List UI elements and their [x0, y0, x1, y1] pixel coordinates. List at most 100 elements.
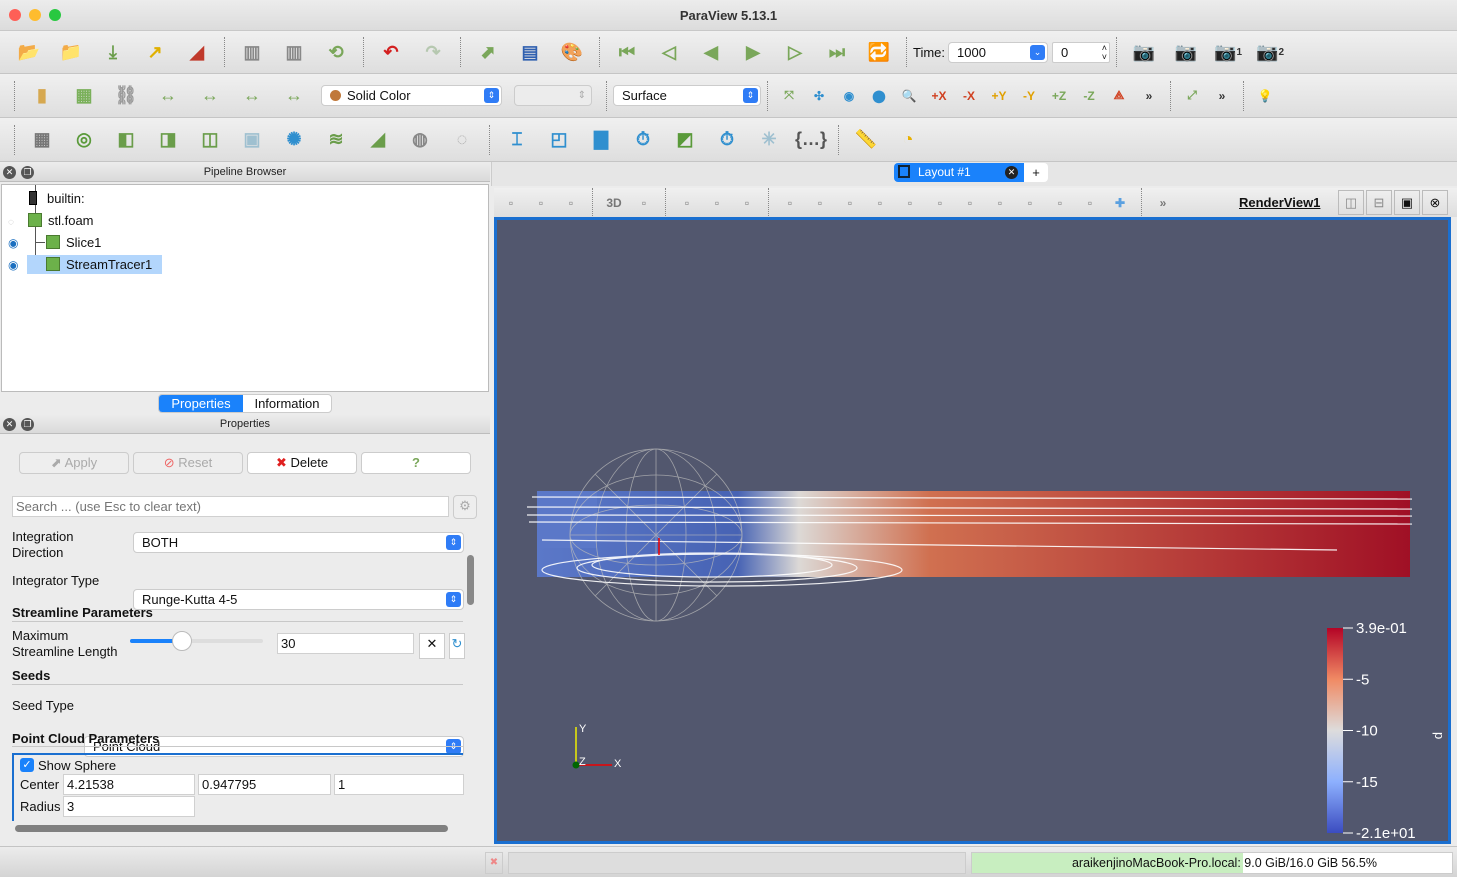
load-state-icon[interactable]: 📁 — [54, 35, 88, 69]
reset-range-icon[interactable]: ⛓ — [109, 79, 143, 113]
tooltip-points-icon[interactable]: ▫ — [1047, 190, 1073, 216]
tab-layout-1[interactable]: Layout #1 ✕ — [894, 163, 1024, 182]
show-sphere-checkbox[interactable]: ✓ — [20, 758, 34, 772]
cell-centers-icon[interactable]: ✳ — [752, 123, 786, 157]
isometric-view-icon[interactable]: ⟁ — [1106, 83, 1132, 109]
grow-selection-icon[interactable]: ▫ — [867, 190, 893, 216]
representation-select[interactable]: Surface ⇕ — [613, 85, 761, 106]
clip-icon[interactable]: ◧ — [109, 123, 143, 157]
spinner-arrows-icon[interactable]: ˄ ˅ — [1102, 43, 1107, 62]
previous-frame-icon[interactable]: ◁ — [652, 35, 686, 69]
screenshot-icon[interactable]: ▫ — [558, 190, 584, 216]
tab-information[interactable]: Information — [243, 395, 331, 412]
rescale-temporal-range-icon[interactable]: ↔ — [235, 79, 269, 113]
next-frame-icon[interactable]: ▷ — [778, 35, 812, 69]
hover-cells-icon[interactable]: ▫ — [1017, 190, 1043, 216]
select-cells-icon[interactable]: ▫ — [674, 190, 700, 216]
zoom-box-icon[interactable]: ▫ — [631, 190, 657, 216]
tree-item-slice1[interactable]: ◉ Slice1 — [8, 233, 101, 253]
timestep-spinbox[interactable]: 0 ˄ ˅ — [1052, 41, 1111, 63]
server-disconnect-icon[interactable]: ▥ — [277, 35, 311, 69]
view-plus-z-icon[interactable]: +Z — [1046, 83, 1072, 109]
plot-data-over-time-icon[interactable]: ⏱ — [626, 123, 660, 157]
clear-selection-icon[interactable]: ▫ — [927, 190, 953, 216]
plot-selection-icon[interactable]: ◰ — [542, 123, 576, 157]
ruler-icon[interactable]: 📏 — [849, 123, 883, 157]
close-layout-icon[interactable]: ✕ — [1005, 166, 1018, 179]
more-icon[interactable]: » — [1136, 83, 1162, 109]
undo-icon[interactable]: ↶ — [374, 35, 408, 69]
select-interactive-icon[interactable]: ▫ — [734, 190, 760, 216]
loop-icon[interactable]: 🔁 — [862, 35, 896, 69]
interact-mode-icon[interactable]: ⬈ — [471, 35, 505, 69]
more-icon[interactable]: » — [1150, 190, 1176, 216]
maximize-window-button[interactable] — [49, 9, 61, 21]
save-data-icon[interactable]: ⤓ — [96, 35, 130, 69]
warp-by-vector-icon[interactable]: ◢ — [361, 123, 395, 157]
eye-visible-icon[interactable]: ◉ — [8, 233, 22, 253]
center-y-input[interactable]: 0.947795 — [198, 774, 331, 795]
tree-item-streamtracer1[interactable]: ◉ StreamTracer1 — [8, 255, 152, 275]
color-map-editor-icon[interactable]: ▤ — [513, 35, 547, 69]
add-layout-button[interactable]: + — [1024, 163, 1048, 182]
more-icon[interactable]: » — [1209, 83, 1235, 109]
view-name[interactable]: RenderView1 — [1239, 195, 1320, 210]
shrink-selection-icon[interactable]: ▫ — [897, 190, 923, 216]
float-panel-icon[interactable]: ❐ — [21, 166, 34, 179]
rescale-visible-range-icon[interactable]: ↔ — [277, 79, 311, 113]
camera-2-icon[interactable]: 📷 2 — [1253, 35, 1287, 69]
add-icon[interactable]: ✚ — [1107, 190, 1133, 216]
render-view[interactable]: Y X Z 3.9e-01 -5 -10 -15 -2.1e+01 p — [494, 217, 1451, 844]
calculator-icon[interactable]: ▦ — [25, 123, 59, 157]
reset-camera-closest-icon[interactable]: ✣ — [806, 83, 832, 109]
reset-to-default-icon[interactable]: ↻ — [449, 633, 465, 659]
tree-item-stl-foam[interactable]: ◌ stl.foam — [8, 211, 94, 231]
tab-properties[interactable]: Properties — [159, 395, 243, 412]
delete-button[interactable]: ✖ Delete — [247, 452, 357, 474]
reverse-play-icon[interactable]: ◀ — [694, 35, 728, 69]
select-block-icon[interactable]: ▫ — [807, 190, 833, 216]
properties-search-input[interactable] — [12, 496, 449, 517]
orientation-axes-icon[interactable]: ⤢ — [1179, 83, 1205, 109]
maximize-view-icon[interactable]: ▣ — [1394, 190, 1420, 215]
view-minus-y-icon[interactable]: -Y — [1016, 83, 1042, 109]
tooltip-cells-icon[interactable]: ▫ — [1077, 190, 1103, 216]
time-select[interactable]: 1000 ⌄ — [948, 41, 1049, 63]
toggle-color-legend-icon[interactable]: ▮ — [25, 79, 59, 113]
extract-subset-icon[interactable]: ▣ — [235, 123, 269, 157]
advanced-settings-gear-icon[interactable]: ⚙ — [453, 495, 477, 519]
close-panel-icon[interactable]: ✕ — [3, 418, 16, 431]
first-frame-icon[interactable]: ⏮ — [610, 35, 644, 69]
camera-adjust-icon[interactable]: 📷 — [1127, 35, 1161, 69]
zoom-to-box-icon[interactable]: 🔍 — [896, 83, 922, 109]
probe-icon[interactable]: ◩ — [668, 123, 702, 157]
protractor-icon[interactable]: ◔ — [891, 123, 925, 157]
minimize-window-button[interactable] — [29, 9, 41, 21]
group-datasets-icon[interactable]: ◍ — [403, 123, 437, 157]
python-calculator-icon[interactable]: {…} — [794, 123, 828, 157]
max-length-slider[interactable] — [130, 631, 263, 651]
3d-icon[interactable]: 3D — [601, 190, 627, 216]
auto-apply-icon[interactable]: ⟲ — [319, 35, 353, 69]
close-view-icon[interactable]: ⊗ — [1422, 190, 1448, 215]
contour-icon[interactable]: ◎ — [67, 123, 101, 157]
rescale-range-icon[interactable]: ↔ — [151, 79, 185, 113]
integrator-type-select[interactable]: Runge-Kutta 4-5 ⇕ — [133, 589, 464, 610]
extract-level-icon[interactable]: ◌ — [445, 123, 479, 157]
component-select[interactable]: ⇕ — [514, 85, 592, 106]
properties-vertical-scrollbar[interactable] — [467, 555, 474, 605]
close-panel-icon[interactable]: ✕ — [3, 166, 16, 179]
palette-icon[interactable]: 🎨 — [555, 35, 589, 69]
reset-button[interactable]: ⊘ Reset — [133, 452, 243, 474]
threshold-icon[interactable]: ◫ — [193, 123, 227, 157]
apply-button[interactable]: ⬈ Apply — [19, 452, 129, 474]
output-messages-icon[interactable]: ✖ — [485, 852, 503, 874]
plot-global-variables-icon[interactable]: ⏱ — [710, 123, 744, 157]
reset-camera-icon[interactable]: ⤧ — [776, 83, 802, 109]
coloring-select[interactable]: Solid Color ⇕ — [321, 85, 502, 106]
select-points-icon[interactable]: ▫ — [704, 190, 730, 216]
float-panel-icon[interactable]: ❐ — [21, 418, 34, 431]
view-plus-x-icon[interactable]: +X — [926, 83, 952, 109]
properties-horizontal-scrollbar[interactable] — [15, 825, 448, 832]
camera-add-icon[interactable]: 📷 — [1169, 35, 1203, 69]
